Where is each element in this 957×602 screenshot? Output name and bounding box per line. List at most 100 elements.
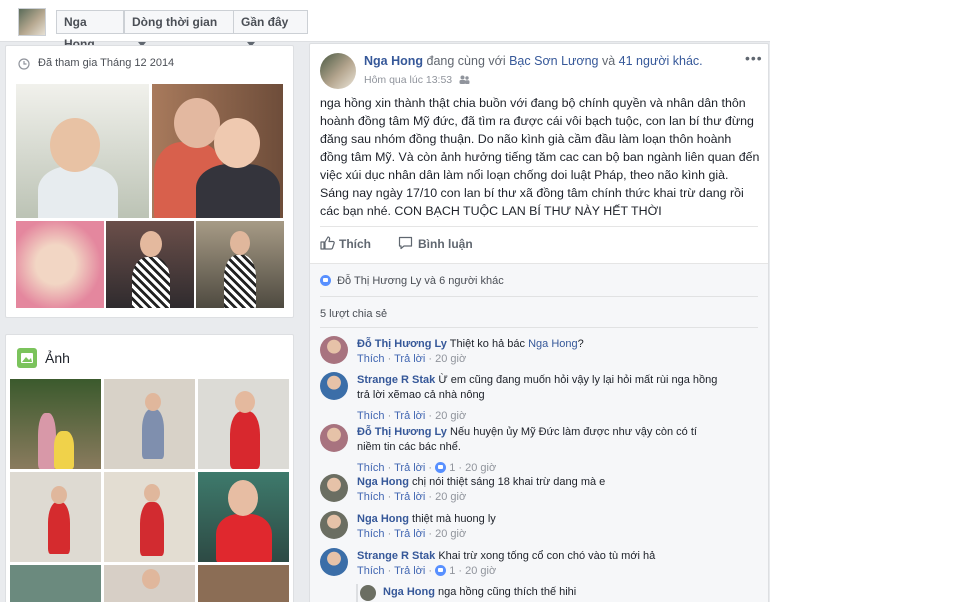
comment-text: Nga Hong chị nói thiệt sáng 18 khai trừ … <box>357 475 722 490</box>
comment-time[interactable]: 20 giờ <box>435 491 466 503</box>
comment-label: Bình luận <box>418 237 473 251</box>
comment-like-link[interactable]: Thích <box>357 353 385 365</box>
comment-text: Đỗ Thị Hương Ly Thiệt ko hả bác Nga Hong… <box>357 337 722 352</box>
and-text: và <box>601 54 616 68</box>
tagged-others-link[interactable]: 41 người khác. <box>619 54 703 68</box>
photo-thumb-3[interactable] <box>198 379 289 469</box>
reply-avatar[interactable] <box>360 585 376 601</box>
comment-reply-link[interactable]: Trả lời <box>394 528 425 540</box>
commenter-name-link[interactable]: Nga Hong <box>357 476 409 488</box>
comment-item: Strange R Stak Ừ em cũng đang muốn hỏi v… <box>320 372 760 426</box>
profile-avatar-thumbnail[interactable] <box>18 8 46 36</box>
photo-thumb-9[interactable] <box>198 565 289 602</box>
shares-count[interactable]: 5 lượt chia sẻ <box>320 308 387 320</box>
photo-thumb-5[interactable] <box>104 472 195 562</box>
timeline-label: Dòng thời gian <box>132 15 218 29</box>
commenter-avatar[interactable] <box>320 424 348 452</box>
featured-photo-5[interactable] <box>196 221 284 308</box>
comment-meta: Thích · Trả lời · 1 · 20 giờ <box>357 565 497 577</box>
like-reaction-icon <box>320 275 331 286</box>
commenter-name-link[interactable]: Đỗ Thị Hương Ly <box>357 338 447 350</box>
timeline-dropdown-button[interactable]: Dòng thời gian <box>124 10 234 48</box>
photos-title[interactable]: Ảnh <box>45 350 70 366</box>
commenter-avatar[interactable] <box>320 336 348 364</box>
post-options-icon[interactable]: ••• <box>745 50 763 66</box>
comment-body: chị nói thiệt sáng 18 khai trừ dang mà e <box>412 476 606 488</box>
comment-icon <box>398 236 413 250</box>
comment-reply-link[interactable]: Trả lời <box>394 565 425 577</box>
joined-date: Đã tham gia Tháng 12 2014 <box>38 57 175 69</box>
comment-like-link[interactable]: Thích <box>357 565 385 577</box>
comment-item: Đỗ Thị Hương Ly Nếu huyện ủy Mỹ Đức làm … <box>320 424 760 478</box>
comment-body: Thiệt ko hả bác <box>449 338 526 350</box>
comment-text: Strange R Stak Khai trừ xong tống cổ con… <box>357 549 722 564</box>
commenter-avatar[interactable] <box>320 511 348 539</box>
recent-dropdown-button[interactable]: Gần đây <box>233 10 308 48</box>
comment-text: Strange R Stak Ừ em cũng đang muốn hỏi v… <box>357 373 722 403</box>
comment-body: Khai trừ xong tống cổ con chó vào tù mới… <box>438 550 656 562</box>
photos-icon <box>17 348 37 368</box>
intro-card: Đã tham gia Tháng 12 2014 <box>5 45 294 318</box>
commenter-name-link[interactable]: Strange R Stak <box>357 550 435 562</box>
comment-suffix: ? <box>577 338 584 350</box>
profile-navigation-bar: Nga Hong Dòng thời gian Gần đây <box>0 0 770 51</box>
featured-photo-1[interactable] <box>16 84 149 218</box>
comment-like-link[interactable]: Thích <box>357 528 385 540</box>
comment-reply-link[interactable]: Trả lời <box>394 462 425 474</box>
friends-audience-icon <box>459 75 470 84</box>
comment-item: Nga Hong thiệt mà huong ly Thích · Trả lờ… <box>320 511 760 544</box>
comment-reply-link[interactable]: Trả lời <box>394 410 425 422</box>
comment-like-link[interactable]: Thích <box>357 491 385 503</box>
commenter-avatar[interactable] <box>320 548 348 576</box>
post-body-text: nga hồng xin thành thật chia buồn với đa… <box>320 96 760 218</box>
photo-thumb-7[interactable] <box>10 565 101 602</box>
comment-reply-link[interactable]: Trả lời <box>394 353 425 365</box>
comment-like-link[interactable]: Thích <box>357 410 385 422</box>
comment-button[interactable]: Bình luận <box>398 236 473 251</box>
comment-meta: Thích · Trả lời · 20 giờ <box>357 353 467 365</box>
comment-reply-link[interactable]: Trả lời <box>394 491 425 503</box>
photo-thumb-6[interactable] <box>198 472 289 562</box>
post-header: Nga Hong đang cùng với Bạc Sơn Lương và … <box>364 54 703 68</box>
like-button[interactable]: Thích <box>320 236 371 251</box>
comment-item: Nga Hong chị nói thiệt sáng 18 khai trừ … <box>320 474 760 507</box>
comment-like-count[interactable]: 1 <box>449 565 455 577</box>
mention-link[interactable]: Nga Hong <box>528 338 578 350</box>
divider <box>320 327 758 328</box>
post-author-avatar[interactable] <box>320 53 356 89</box>
comment-time[interactable]: 20 giờ <box>435 528 466 540</box>
commenter-name-link[interactable]: Nga Hong <box>357 513 409 525</box>
photo-thumb-1[interactable] <box>10 379 101 469</box>
featured-photo-2[interactable] <box>152 84 283 218</box>
comment-time[interactable]: 20 giờ <box>435 410 466 422</box>
clock-icon <box>18 58 30 70</box>
photo-thumb-2[interactable] <box>104 379 195 469</box>
comment-like-count[interactable]: 1 <box>449 462 455 474</box>
tagged-friend-link[interactable]: Bạc Sơn Lương <box>509 54 598 68</box>
comment-time[interactable]: 20 giờ <box>435 353 466 365</box>
post-author-link[interactable]: Nga Hong <box>364 54 423 68</box>
comment-item: Strange R Stak Khai trừ xong tống cổ con… <box>320 548 760 581</box>
reply-author-link[interactable]: Nga Hong <box>383 586 435 598</box>
comment-meta: Thích · Trả lời · 1 · 20 giờ <box>357 462 497 474</box>
photos-card: Ảnh <box>5 334 294 602</box>
post-time-text: Hôm qua lúc 13:53 <box>364 74 453 86</box>
profile-name-button[interactable]: Nga Hong <box>56 10 124 51</box>
post-timestamp[interactable]: Hôm qua lúc 13:53 <box>364 74 470 86</box>
comment-like-link[interactable]: Thích <box>357 462 385 474</box>
comment-time[interactable]: 20 giờ <box>465 462 496 474</box>
photo-thumb-8[interactable] <box>104 565 195 602</box>
like-reaction-icon <box>435 462 447 473</box>
commenter-name-link[interactable]: Strange R Stak <box>357 374 435 386</box>
commenter-name-link[interactable]: Đỗ Thị Hương Ly <box>357 426 447 438</box>
reactions-summary[interactable]: Đỗ Thị Hương Ly và 6 người khác <box>320 275 504 287</box>
featured-photo-4[interactable] <box>106 221 194 308</box>
comment-text: Nga Hong thiệt mà huong ly <box>357 512 722 527</box>
comment-item: Đỗ Thị Hương Ly Thiệt ko hả bác Nga Hong… <box>320 336 760 369</box>
commenter-avatar[interactable] <box>320 474 348 502</box>
comment-time[interactable]: 20 giờ <box>465 565 496 577</box>
photo-thumb-4[interactable] <box>10 472 101 562</box>
reply-text: nga hồng cũng thích thế hihi <box>438 586 577 598</box>
commenter-avatar[interactable] <box>320 372 348 400</box>
featured-photo-3[interactable] <box>16 221 104 308</box>
